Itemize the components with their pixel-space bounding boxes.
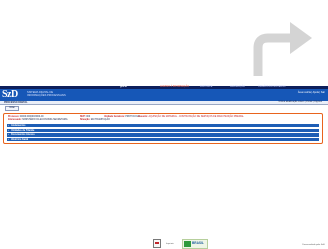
subheader-links[interactable]: Ultima atualização ontem | Portal | Opçõ… [279,101,322,103]
footer-credit: Desenvolvido pelo SzD [302,244,325,246]
logo-subtitle: SISTEMA DIGITAL DE INFORMAÇÕES PROCESSUA… [27,91,66,97]
app-logo[interactable]: SzD [2,89,18,101]
topbar-link-legislacao[interactable]: LEGISLAÇÃO [230,85,245,88]
redirect-arrow-icon [253,22,312,76]
page-subheader: PROCESSO DIGITAL Ultima atualização onte… [0,101,328,105]
nup-field: NUP: 000 [80,116,91,118]
topbar-highlight-link[interactable]: ACESSO À INFORMAÇÃO [160,85,189,88]
header-user-links[interactable]: Área restrita | Ajuda | Sair [298,91,325,94]
chevron-right-icon: › [8,128,9,132]
unidade-field: Unidade Geradora: PROTOCOLO [104,116,140,118]
section-label: Andamentos [11,124,26,127]
section-label: Histórico Geral [11,137,29,141]
process-info: Processo: 00000.000000/0000-00 Interessa… [8,116,318,123]
process-details-panel: Processo: 00000.000000/0000-00 Interessa… [3,113,323,144]
section-unidades-tramite[interactable]: › Unidades de Trâmite [7,128,319,132]
situacao-field: Situação: EM TRAMITAÇÃO [80,119,110,122]
print-icon[interactable] [153,239,161,248]
flag-icon [184,241,191,247]
section-label: Unidades de Trâmite [11,128,35,132]
back-button[interactable]: Voltar [5,106,19,111]
chevron-right-icon: › [8,133,9,137]
section-historico-geral[interactable]: › Histórico Geral [7,137,319,142]
footer-small-text: Imprimir [166,243,174,245]
processo-field: Processo: 00000.000000/0000-00 [8,116,44,118]
gov-brand-link[interactable]: gov.br [120,85,127,88]
page-footer: Imprimir BRASIL Desenvolvido pelo SzD [0,239,328,249]
interessado-field: Interessado: MINISTÉRIO DA ECONOMIA SECR… [8,119,68,122]
chevron-right-icon: › [8,124,9,127]
section-documentos-anexos[interactable]: › Documentos Anexos [7,133,319,137]
section-label: Documentos Anexos [11,133,35,137]
page-title: PROCESSO DIGITAL [4,101,28,104]
brasil-logo-text: BRASIL [192,241,204,245]
chevron-right-icon: › [8,137,9,141]
section-andamentos[interactable]: › Andamentos [7,124,319,128]
site-header: SzD SISTEMA DIGITAL DE INFORMAÇÕES PROCE… [0,89,328,101]
assunto-field: Assunto: AQUISIÇÃO DE MATERIAL - CONTRAT… [138,116,244,118]
topbar-link-orgaos[interactable]: ÓRGÃOS DO GOVERNO [258,85,286,88]
topbar-link-participe[interactable]: PARTICIPE [200,85,212,88]
logo-subtitle-line-2: INFORMAÇÕES PROCESSUAIS [27,94,66,97]
